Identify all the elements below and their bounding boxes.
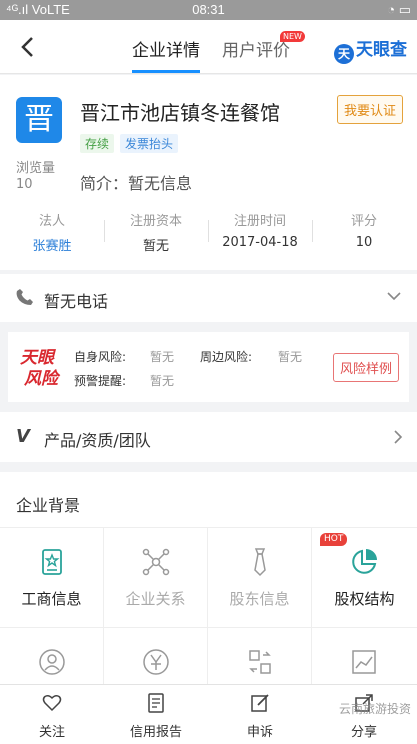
grid-item-equity-structure[interactable]: HOT 股权结构: [312, 528, 417, 628]
stat-value[interactable]: 张赛胜: [0, 235, 104, 254]
follow-label: 关注: [38, 725, 65, 740]
edit-icon: [251, 694, 269, 712]
new-badge: NEW: [280, 31, 305, 42]
background-grid: 工商信息 企业关系 股东信息 HOT 股权结构: [0, 527, 417, 728]
products-text: 产品/资质/团队: [44, 431, 151, 450]
stat-label: 评分: [350, 214, 377, 229]
company-name: 晋江市池店镇冬连餐馆: [80, 101, 280, 125]
stat-registration-date: 注册时间 2017-04-18: [208, 210, 312, 250]
company-card: 晋 浏览量 10 晋江市池店镇冬连餐馆 我要认证 存续 发票抬头 简介：暂无信息…: [0, 75, 417, 270]
warning-label: 预警提醒:: [74, 374, 127, 388]
report-icon: [148, 693, 164, 713]
battery-indicator: ◔ ▭: [387, 2, 411, 17]
follow-button[interactable]: 关注: [0, 685, 104, 744]
stat-score: 评分 10: [312, 210, 416, 250]
phone-row[interactable]: 暂无电话: [0, 274, 417, 322]
self-risk-value: 暂无: [150, 350, 175, 364]
grid-item-label: 工商信息: [21, 590, 82, 608]
business-info-icon: [42, 549, 62, 575]
risk-logo-line1: 天眼: [20, 348, 57, 368]
phone-text: 暂无电话: [44, 292, 109, 311]
logo-mark-icon: 天: [334, 44, 354, 64]
stat-value: 暂无: [142, 239, 169, 254]
products-row[interactable]: V 产品/资质/团队: [0, 412, 417, 462]
yen-icon: [143, 649, 169, 675]
grid-item-label: 企业关系: [125, 590, 186, 608]
tab-company-details[interactable]: 企业详情: [132, 36, 200, 73]
credit-report-button[interactable]: 信用报告: [104, 685, 208, 744]
status-bar: ⁴ᴳ.ıl VoLTE 08:31 ◔ ▭: [0, 0, 417, 20]
clock: 08:31: [192, 2, 225, 17]
transfer-icon: [249, 650, 271, 674]
logo-text: 天眼查: [356, 40, 407, 60]
stat-label: 注册资本: [129, 214, 182, 229]
around-risk-label: 周边风险:: [200, 350, 253, 364]
risk-sample-button[interactable]: 风险样例: [332, 353, 399, 382]
shareholder-icon: [254, 548, 266, 577]
watermark: 云南旅游投资: [338, 702, 411, 716]
credit-report-label: 信用报告: [129, 725, 182, 740]
stat-value: 10: [355, 235, 373, 250]
grid-item-label: 股权结构: [334, 590, 395, 608]
stat-label: 法人: [38, 214, 65, 229]
warning-value: 暂无: [150, 374, 175, 388]
views-label: 浏览量: [16, 161, 56, 176]
verify-button[interactable]: 我要认证: [336, 95, 403, 124]
appeal-button[interactable]: 申诉: [208, 685, 312, 744]
status-badge: 存续: [80, 134, 115, 153]
trend-chart-icon: [352, 650, 376, 674]
grid-item-relations[interactable]: 企业关系: [104, 528, 208, 628]
risk-logo-line2: 风险: [24, 369, 61, 388]
self-risk-label: 自身风险:: [74, 350, 127, 364]
chevron-down-icon[interactable]: [387, 291, 401, 301]
invoice-title-tag[interactable]: 发票抬头: [120, 134, 179, 153]
relation-icon: [142, 548, 170, 576]
tianyancha-logo: 天天眼查: [334, 35, 407, 64]
hot-badge: HOT: [320, 533, 348, 546]
stat-registered-capital: 注册资本 暂无: [104, 210, 208, 254]
heart-icon: [42, 695, 62, 712]
section-title: 企业背景: [16, 496, 81, 515]
back-arrow-icon[interactable]: [14, 32, 42, 62]
v-icon: V: [16, 426, 30, 447]
around-risk-value: 暂无: [278, 350, 303, 364]
grid-item-shareholders[interactable]: 股东信息: [208, 528, 312, 628]
equity-structure-icon: [352, 549, 377, 574]
stat-legal-person[interactable]: 法人 张赛胜: [0, 210, 104, 254]
risk-card: 天眼 风险 自身风险: 暂无 周边风险: 暂无 预警提醒: 暂无 风险样例: [8, 332, 409, 402]
grid-item-business-info[interactable]: 工商信息: [0, 528, 104, 628]
company-avatar: 晋: [16, 97, 62, 143]
views-value: 10: [16, 177, 33, 192]
phone-icon: [16, 289, 33, 305]
grid-item-label: 股东信息: [229, 590, 290, 608]
chevron-right-icon[interactable]: [393, 430, 403, 444]
share-label: 分享: [350, 725, 377, 740]
nav-bar: 企业详情 用户评价 NEW 天天眼查: [0, 20, 417, 74]
person-icon: [39, 649, 65, 675]
company-intro: 简介：暂无信息: [80, 174, 193, 193]
tianyan-risk-logo: 天眼 风险: [20, 348, 61, 388]
stat-value: 2017-04-18: [222, 235, 298, 250]
appeal-label: 申诉: [246, 725, 273, 740]
stat-label: 注册时间: [233, 214, 286, 229]
